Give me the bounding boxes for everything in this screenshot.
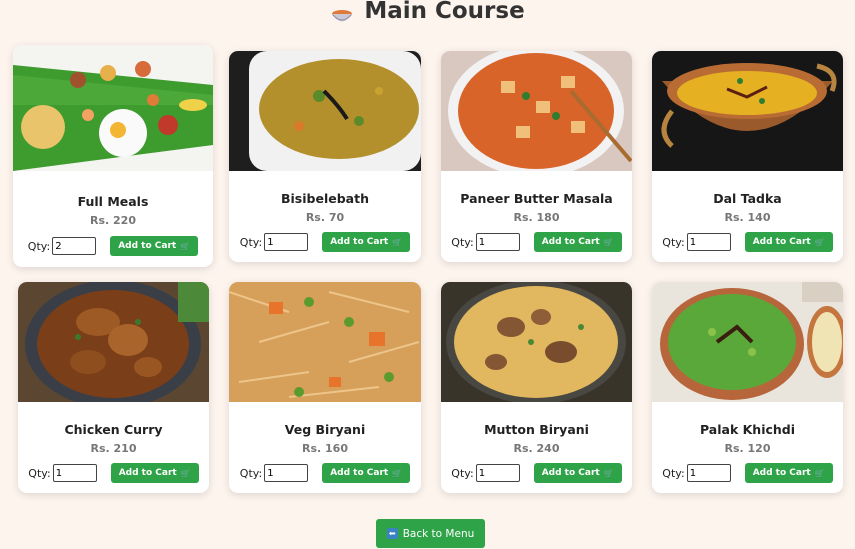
back-arrow-icon: ⬅ bbox=[386, 528, 398, 539]
item-price: Rs. 240 bbox=[513, 442, 560, 455]
cart-icon: 🛒 bbox=[392, 237, 403, 247]
quantity-input[interactable] bbox=[686, 233, 731, 251]
add-to-cart-label: Add to Cart bbox=[118, 468, 177, 478]
palak-khichdi-image bbox=[652, 282, 843, 402]
qty-label: Qty: bbox=[662, 235, 685, 249]
cart-icon: 🛒 bbox=[392, 468, 403, 478]
veg-biryani-image bbox=[229, 282, 421, 402]
item-name: Bisibelebath bbox=[281, 191, 369, 206]
add-to-cart-label: Add to Cart bbox=[752, 468, 811, 478]
order-row: Qty: Add to Cart 🛒 bbox=[229, 232, 421, 252]
quantity-input[interactable] bbox=[475, 464, 520, 482]
qty-label: Qty: bbox=[239, 466, 263, 480]
page-title: Main Course bbox=[0, 0, 855, 26]
quantity-input[interactable] bbox=[264, 233, 309, 251]
add-to-cart-button[interactable]: Add to Cart 🛒 bbox=[744, 232, 833, 252]
order-row: Qty: Add to Cart 🛒 bbox=[18, 463, 209, 483]
menu-card-chicken-curry: Chicken Curry Rs. 210 Qty: Add to Cart 🛒 bbox=[18, 282, 209, 493]
item-name: Paneer Butter Masala bbox=[460, 191, 613, 206]
cart-icon: 🛒 bbox=[814, 468, 825, 478]
cart-icon: 🛒 bbox=[814, 237, 825, 247]
menu-card-veg-biryani: Veg Biryani Rs. 160 Qty: Add to Cart 🛒 bbox=[229, 282, 421, 493]
quantity-input[interactable] bbox=[52, 464, 97, 482]
add-to-cart-button[interactable]: Add to Cart 🛒 bbox=[744, 463, 833, 483]
add-to-cart-button[interactable]: Add to Cart 🛒 bbox=[533, 232, 622, 252]
item-name: Chicken Curry bbox=[64, 422, 163, 437]
add-to-cart-label: Add to Cart bbox=[752, 237, 811, 247]
item-price: Rs. 220 bbox=[90, 214, 136, 227]
mutton-biryani-image bbox=[441, 282, 632, 402]
back-to-menu-button[interactable]: ⬅ Back to Menu bbox=[376, 519, 485, 548]
page-title-text: Main Course bbox=[364, 0, 525, 24]
add-to-cart-label: Add to Cart bbox=[541, 468, 600, 478]
cart-icon: 🛒 bbox=[603, 237, 614, 247]
dal-tadka-image bbox=[652, 51, 843, 171]
add-to-cart-button[interactable]: Add to Cart 🛒 bbox=[110, 236, 199, 256]
bisibelebath-image bbox=[229, 51, 421, 171]
menu-card-dal-tadka: Dal Tadka Rs. 140 Qty: Add to Cart 🛒 bbox=[652, 51, 843, 262]
order-row: Qty: Add to Cart 🛒 bbox=[652, 232, 843, 252]
qty-label: Qty: bbox=[28, 466, 51, 480]
item-price: Rs. 210 bbox=[90, 442, 137, 455]
qty-label: Qty: bbox=[451, 466, 474, 480]
add-to-cart-label: Add to Cart bbox=[330, 237, 389, 247]
item-price: Rs. 180 bbox=[513, 211, 560, 224]
cart-icon: 🛒 bbox=[180, 468, 191, 478]
quantity-input[interactable] bbox=[52, 237, 97, 255]
item-name: Veg Biryani bbox=[284, 422, 366, 437]
chicken-curry-image bbox=[18, 282, 209, 402]
menu-card-paneer-butter-masala: Paneer Butter Masala Rs. 180 Qty: Add to… bbox=[441, 51, 632, 262]
order-row: Qty: Add to Cart 🛒 bbox=[441, 463, 632, 483]
menu-card-full-meals: Full Meals Rs. 220 Qty: Add to Cart 🛒 bbox=[13, 45, 213, 267]
add-to-cart-button[interactable]: Add to Cart 🛒 bbox=[322, 463, 411, 483]
food-bowl-icon bbox=[330, 3, 354, 22]
add-to-cart-label: Add to Cart bbox=[330, 468, 389, 478]
cart-icon: 🛒 bbox=[603, 468, 614, 478]
qty-label: Qty: bbox=[27, 239, 51, 253]
item-price: Rs. 70 bbox=[305, 211, 345, 224]
item-price: Rs. 140 bbox=[724, 211, 771, 224]
add-to-cart-button[interactable]: Add to Cart 🛒 bbox=[110, 463, 199, 483]
cart-icon: 🛒 bbox=[180, 241, 191, 251]
item-price: Rs. 160 bbox=[302, 442, 348, 455]
item-name: Dal Tadka bbox=[713, 191, 782, 206]
order-row: Qty: Add to Cart 🛒 bbox=[13, 236, 213, 256]
back-to-menu-label: Back to Menu bbox=[402, 527, 475, 540]
quantity-input[interactable] bbox=[686, 464, 731, 482]
item-name: Palak Khichdi bbox=[699, 422, 796, 437]
quantity-input[interactable] bbox=[264, 464, 309, 482]
paneer-butter-masala-image bbox=[441, 51, 632, 171]
menu-card-bisibelebath: Bisibelebath Rs. 70 Qty: Add to Cart 🛒 bbox=[229, 51, 421, 262]
add-to-cart-label: Add to Cart bbox=[118, 241, 177, 251]
menu-card-mutton-biryani: Mutton Biryani Rs. 240 Qty: Add to Cart … bbox=[441, 282, 632, 493]
add-to-cart-label: Add to Cart bbox=[541, 237, 600, 247]
item-name: Mutton Biryani bbox=[484, 422, 589, 437]
qty-label: Qty: bbox=[239, 235, 263, 249]
order-row: Qty: Add to Cart 🛒 bbox=[441, 232, 632, 252]
full-meals-image bbox=[13, 45, 213, 171]
qty-label: Qty: bbox=[662, 466, 685, 480]
qty-label: Qty: bbox=[451, 235, 474, 249]
add-to-cart-button[interactable]: Add to Cart 🛒 bbox=[533, 463, 622, 483]
item-price: Rs. 120 bbox=[724, 442, 771, 455]
item-name: Full Meals bbox=[77, 194, 149, 209]
order-row: Qty: Add to Cart 🛒 bbox=[652, 463, 843, 483]
order-row: Qty: Add to Cart 🛒 bbox=[229, 463, 421, 483]
quantity-input[interactable] bbox=[475, 233, 520, 251]
add-to-cart-button[interactable]: Add to Cart 🛒 bbox=[322, 232, 411, 252]
menu-card-palak-khichdi: Palak Khichdi Rs. 120 Qty: Add to Cart 🛒 bbox=[652, 282, 843, 493]
